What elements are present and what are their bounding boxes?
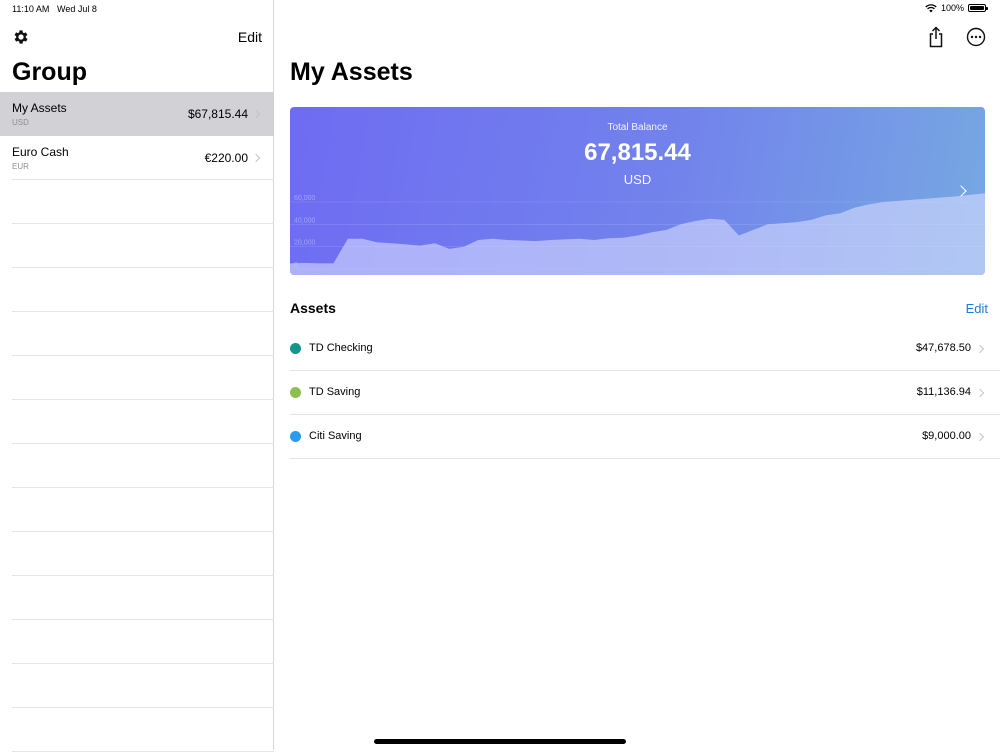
asset-color-dot — [290, 387, 301, 398]
sidebar-edit-button[interactable]: Edit — [238, 29, 262, 45]
chevron-right-icon — [975, 388, 985, 398]
sidebar-title: Group — [12, 58, 87, 86]
empty-row — [0, 576, 274, 620]
empty-row — [0, 488, 274, 532]
group-name: My Assets — [12, 101, 67, 115]
empty-row — [0, 532, 274, 576]
group-amount: €220.00 — [204, 151, 248, 165]
asset-amount: $47,678.50 — [915, 342, 971, 354]
chart-y-tick-label: 60,000 — [294, 195, 316, 202]
group-currency: USD — [12, 118, 29, 127]
asset-amount: $9,000.00 — [922, 430, 971, 442]
balance-area-series — [290, 193, 985, 275]
total-balance-label: Total Balance — [607, 122, 668, 133]
asset-name: TD Checking — [309, 342, 373, 354]
chevron-right-icon — [975, 344, 985, 354]
chevron-right-icon — [251, 109, 261, 119]
assets-edit-button[interactable]: Edit — [966, 301, 988, 316]
asset-row-td-checking[interactable]: TD Checking $47,678.50 — [290, 327, 1000, 371]
empty-row — [0, 224, 274, 268]
empty-row — [0, 400, 274, 444]
asset-color-dot — [290, 431, 301, 442]
chevron-right-icon — [975, 432, 985, 442]
group-name: Euro Cash — [12, 145, 69, 159]
asset-name: Citi Saving — [309, 430, 362, 442]
empty-row — [0, 312, 274, 356]
asset-list: TD Checking $47,678.50 TD Saving $11,136… — [290, 327, 1000, 459]
row-divider — [290, 458, 1000, 459]
group-amount: $67,815.44 — [187, 107, 248, 121]
empty-row — [0, 180, 274, 224]
chart-y-tick-label: 40,000 — [294, 217, 316, 224]
asset-amount: $11,136.94 — [916, 386, 971, 398]
main-panel: My Assets 60,00040,00020,0000 Total Bala… — [275, 0, 1000, 750]
empty-row — [0, 708, 274, 752]
asset-row-td-saving[interactable]: TD Saving $11,136.94 — [290, 371, 1000, 415]
empty-row — [0, 620, 274, 664]
total-balance-currency: USD — [623, 172, 652, 187]
asset-name: TD Saving — [309, 386, 361, 398]
chevron-right-icon — [251, 153, 261, 163]
home-indicator — [374, 739, 626, 744]
empty-row — [0, 268, 274, 312]
share-icon[interactable] — [926, 26, 946, 48]
asset-color-dot — [290, 343, 301, 354]
group-row-my-assets[interactable]: My Assets USD $67,815.44 — [0, 92, 274, 136]
total-balance-amount: 67,815.44 — [584, 139, 691, 166]
page-title: My Assets — [290, 58, 413, 86]
sidebar: Edit Group My Assets USD $67,815.44 Euro… — [0, 0, 274, 752]
group-list: My Assets USD $67,815.44 Euro Cash EUR €… — [0, 92, 274, 752]
group-currency: EUR — [12, 162, 29, 171]
empty-row — [0, 356, 274, 400]
empty-row — [0, 444, 274, 488]
more-icon[interactable] — [966, 27, 986, 47]
group-row-euro-cash[interactable]: Euro Cash EUR €220.00 — [0, 136, 274, 180]
gear-icon[interactable] — [12, 28, 30, 46]
asset-row-citi-saving[interactable]: Citi Saving $9,000.00 — [290, 415, 1000, 459]
empty-row — [0, 664, 274, 708]
chart-y-tick-label: 20,000 — [294, 240, 316, 247]
assets-heading: Assets — [290, 300, 336, 316]
balance-card[interactable]: 60,00040,00020,0000 Total Balance 67,815… — [290, 107, 985, 275]
